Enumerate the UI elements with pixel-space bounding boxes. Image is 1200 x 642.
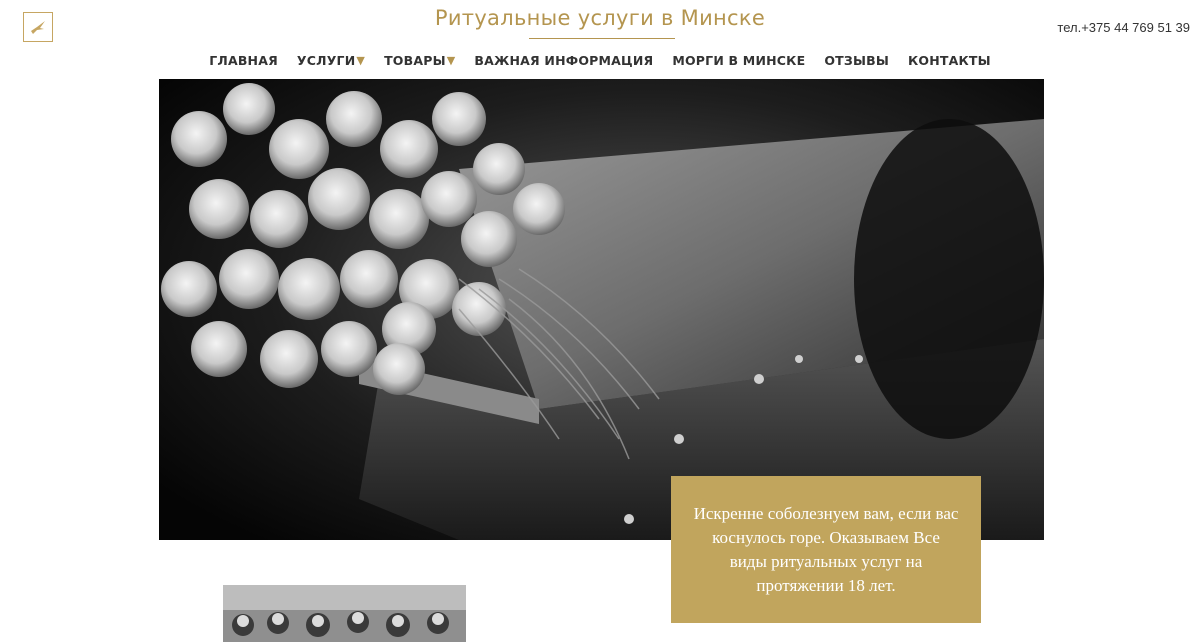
nav-item-label: КОНТАКТЫ xyxy=(907,53,991,68)
phone-number[interactable]: тел.+375 44 769 51 39 xyxy=(1057,20,1190,35)
triangle-down-icon: ▼ xyxy=(356,54,366,67)
nav-item-label: ТОВАРЫ xyxy=(384,53,446,68)
condolence-message-box: Искренне соболезнуем вам, если вас косну… xyxy=(671,476,981,623)
nav-item-services[interactable]: УСЛУГИ ▼ xyxy=(287,53,374,68)
condolence-message-text: Искренне соболезнуем вам, если вас косну… xyxy=(693,504,959,595)
mourners-photo xyxy=(223,585,466,642)
nav-item-important-info[interactable]: ВАЖНАЯ ИНФОРМАЦИЯ xyxy=(465,53,663,68)
nav-item-label: ГЛАВНАЯ xyxy=(209,53,278,68)
nav-item-label: ВАЖНАЯ ИНФОРМАЦИЯ xyxy=(474,53,654,68)
site-title[interactable]: Ритуальные услуги в Минске xyxy=(0,6,1200,30)
nav-item-morgues[interactable]: МОРГИ В МИНСКЕ xyxy=(663,53,815,68)
nav-item-goods[interactable]: ТОВАРЫ ▼ xyxy=(375,53,465,68)
hero-image xyxy=(159,79,1044,540)
nav-item-label: УСЛУГИ xyxy=(296,53,356,68)
nav-item-reviews[interactable]: ОТЗЫВЫ xyxy=(815,53,899,68)
title-underline xyxy=(529,38,675,39)
nav-item-label: МОРГИ В МИНСКЕ xyxy=(672,53,806,68)
nav-item-contacts[interactable]: КОНТАКТЫ xyxy=(898,53,1000,68)
main-nav: ГЛАВНАЯ УСЛУГИ ▼ ТОВАРЫ ▼ ВАЖНАЯ ИНФОРМА… xyxy=(0,53,1200,68)
nav-item-label: ОТЗЫВЫ xyxy=(824,53,889,68)
nav-item-home[interactable]: ГЛАВНАЯ xyxy=(200,53,288,68)
triangle-down-icon: ▼ xyxy=(446,54,456,67)
